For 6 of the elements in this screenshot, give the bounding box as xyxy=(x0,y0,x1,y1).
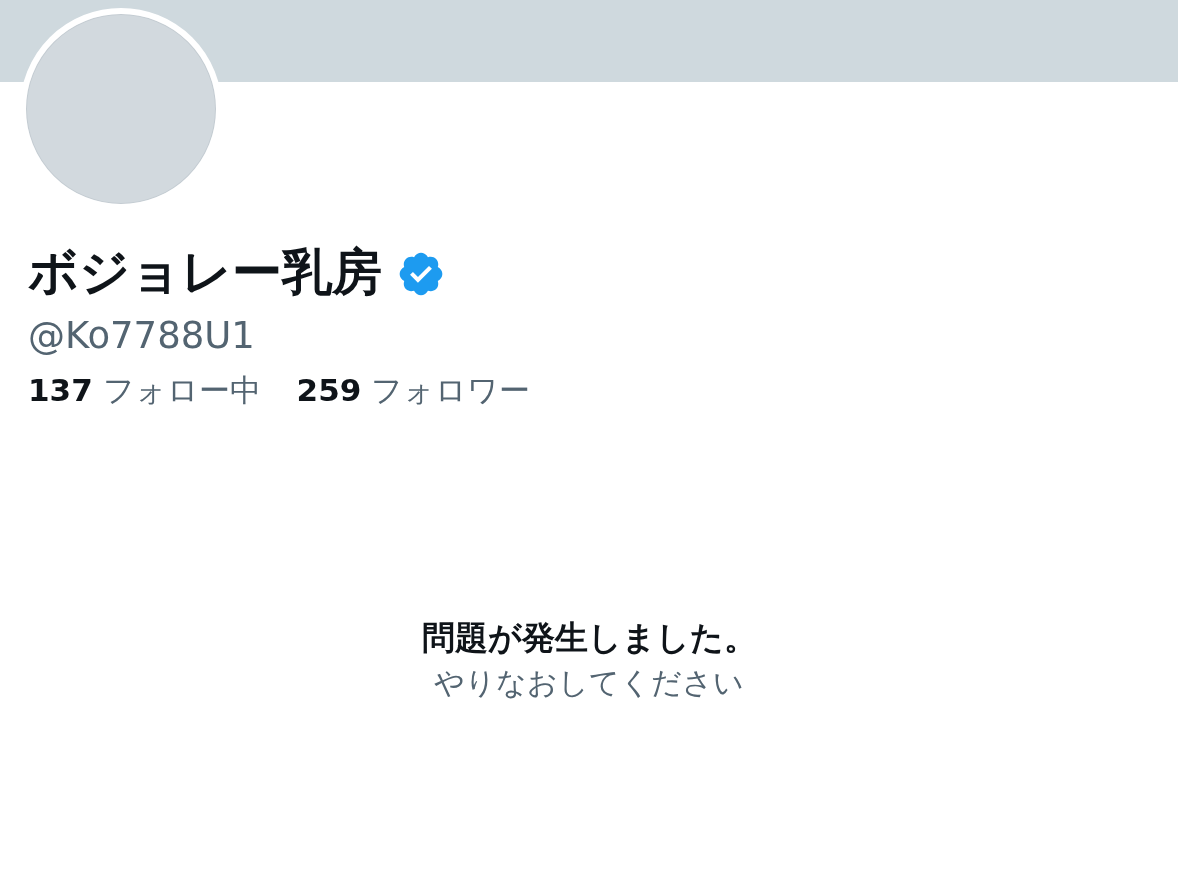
error-title: 問題が発生しました。 xyxy=(421,617,757,659)
retry-message: やりなおしてください xyxy=(434,664,744,702)
display-name: ボジョレー乳房 xyxy=(28,242,382,303)
follow-count-link[interactable]: 137 フォロー中 xyxy=(28,370,261,410)
follow-count-link[interactable]: 259 フォロワー xyxy=(296,370,531,410)
username: @Ko7788U1 xyxy=(28,313,256,359)
